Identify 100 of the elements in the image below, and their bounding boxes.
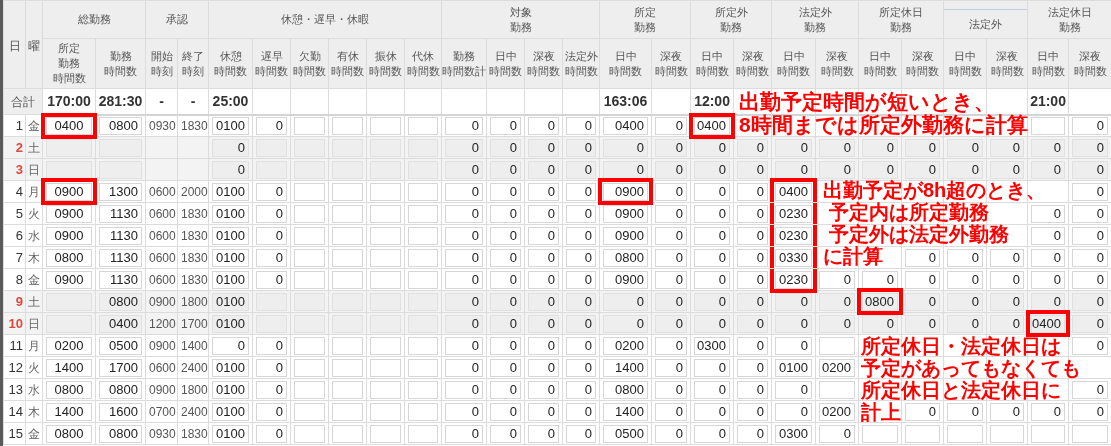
input-field[interactable]: 0 bbox=[212, 138, 249, 157]
input-field[interactable]: 0 bbox=[947, 314, 984, 333]
input-field[interactable]: 0 bbox=[528, 336, 560, 355]
input-field[interactable]: 1130 bbox=[99, 226, 142, 245]
input-field[interactable]: 0 bbox=[445, 402, 484, 421]
input-field[interactable] bbox=[408, 116, 439, 135]
input-field[interactable]: 0 bbox=[1072, 160, 1109, 179]
input-field[interactable]: 0 bbox=[905, 270, 941, 289]
input-field[interactable]: 0 bbox=[947, 402, 984, 421]
input-field[interactable]: 0 bbox=[603, 160, 649, 179]
input-field[interactable] bbox=[294, 336, 325, 355]
input-field[interactable]: 0 bbox=[655, 424, 688, 443]
input-field[interactable] bbox=[370, 248, 401, 267]
input-field[interactable]: 0 bbox=[445, 358, 484, 377]
input-field[interactable]: 0 bbox=[566, 424, 597, 443]
input-field[interactable]: 0 bbox=[1031, 160, 1066, 179]
input-field[interactable]: 0 bbox=[445, 182, 484, 201]
input-field[interactable]: 0 bbox=[905, 292, 941, 311]
input-field[interactable]: 0 bbox=[490, 336, 522, 355]
input-field[interactable] bbox=[408, 424, 439, 443]
input-field[interactable]: 0 bbox=[775, 138, 813, 157]
input-field[interactable]: 0 bbox=[737, 248, 769, 267]
input-field[interactable]: 0 bbox=[819, 314, 856, 333]
input-field[interactable] bbox=[370, 270, 401, 289]
input-field[interactable]: 0 bbox=[862, 138, 899, 157]
input-field[interactable]: 0 bbox=[694, 226, 731, 245]
input-field[interactable]: 0 bbox=[256, 226, 287, 245]
input-field[interactable]: 0100 bbox=[212, 182, 249, 201]
input-field[interactable]: 0 bbox=[603, 138, 649, 157]
input-field[interactable]: 0 bbox=[490, 248, 522, 267]
input-field[interactable]: 0 bbox=[990, 402, 1025, 421]
input-field[interactable]: 0 bbox=[862, 270, 899, 289]
input-field[interactable]: 0 bbox=[528, 116, 560, 135]
input-field[interactable] bbox=[1031, 116, 1066, 135]
input-field[interactable]: 0100 bbox=[212, 402, 249, 421]
input-field[interactable]: 0100 bbox=[212, 270, 249, 289]
input-field[interactable]: 0 bbox=[528, 424, 560, 443]
input-field[interactable]: 0 bbox=[1072, 116, 1109, 135]
input-field[interactable]: 0 bbox=[528, 292, 560, 311]
input-field[interactable]: 0 bbox=[566, 402, 597, 421]
input-field[interactable]: 0 bbox=[1031, 270, 1066, 289]
input-field[interactable]: 0 bbox=[528, 358, 560, 377]
input-field[interactable]: 0 bbox=[528, 226, 560, 245]
input-field[interactable]: 0 bbox=[775, 314, 813, 333]
input-field[interactable] bbox=[294, 182, 325, 201]
input-field[interactable]: 0 bbox=[905, 138, 941, 157]
input-field[interactable]: 0 bbox=[566, 116, 597, 135]
input-field[interactable]: 0 bbox=[694, 204, 731, 223]
input-field[interactable]: 1400 bbox=[603, 402, 649, 421]
input-field[interactable]: 0400 bbox=[99, 314, 142, 333]
input-field[interactable]: 0 bbox=[655, 358, 688, 377]
input-field[interactable]: 0 bbox=[212, 160, 249, 179]
input-field[interactable]: 0 bbox=[1072, 204, 1109, 223]
input-field[interactable]: 0 bbox=[445, 424, 484, 443]
input-field[interactable]: 0 bbox=[566, 336, 597, 355]
input-field[interactable]: 0 bbox=[655, 182, 688, 201]
input-field[interactable]: 0800 bbox=[99, 116, 142, 135]
input-field[interactable]: 0 bbox=[256, 116, 287, 135]
input-field[interactable]: 0 bbox=[775, 160, 813, 179]
input-field[interactable]: 0 bbox=[1031, 292, 1066, 311]
input-field[interactable] bbox=[370, 402, 401, 421]
input-field[interactable] bbox=[408, 358, 439, 377]
input-field[interactable] bbox=[862, 424, 899, 443]
input-field[interactable]: 0 bbox=[566, 160, 597, 179]
input-field[interactable]: 0 bbox=[490, 226, 522, 245]
input-field[interactable]: 0 bbox=[528, 182, 560, 201]
input-field[interactable]: 0100 bbox=[212, 292, 249, 311]
input-field[interactable]: 0 bbox=[1031, 226, 1066, 245]
input-field[interactable] bbox=[370, 182, 401, 201]
input-field[interactable]: 0 bbox=[566, 248, 597, 267]
input-field[interactable] bbox=[408, 380, 439, 399]
input-field[interactable]: 0 bbox=[737, 358, 769, 377]
input-field[interactable]: 0800 bbox=[99, 380, 142, 399]
input-field[interactable] bbox=[294, 116, 325, 135]
input-field[interactable]: 0900 bbox=[603, 226, 649, 245]
input-field[interactable] bbox=[294, 380, 325, 399]
input-field[interactable]: 0 bbox=[694, 380, 731, 399]
input-field[interactable]: 0 bbox=[862, 160, 899, 179]
input-field[interactable]: 0300 bbox=[775, 424, 813, 443]
input-field[interactable]: 0 bbox=[694, 292, 731, 311]
input-field[interactable]: 0900 bbox=[46, 182, 92, 201]
input-field[interactable]: 0 bbox=[775, 402, 813, 421]
input-field[interactable]: 0400 bbox=[775, 182, 813, 201]
input-field[interactable]: 0 bbox=[566, 226, 597, 245]
input-field[interactable]: 0 bbox=[1072, 380, 1109, 399]
input-field[interactable]: 0 bbox=[445, 292, 484, 311]
input-field[interactable]: 0 bbox=[737, 182, 769, 201]
input-field[interactable]: 0 bbox=[528, 248, 560, 267]
input-field[interactable]: 0 bbox=[819, 270, 856, 289]
input-field[interactable]: 0 bbox=[655, 336, 688, 355]
input-field[interactable]: 0100 bbox=[212, 226, 249, 245]
input-field[interactable]: 0 bbox=[737, 314, 769, 333]
input-field[interactable]: 0 bbox=[1031, 248, 1066, 267]
input-field[interactable]: 0 bbox=[819, 160, 856, 179]
input-field[interactable]: 0 bbox=[990, 314, 1025, 333]
input-field[interactable]: 0 bbox=[655, 248, 688, 267]
input-field[interactable]: 0 bbox=[445, 116, 484, 135]
input-field[interactable] bbox=[294, 270, 325, 289]
input-field[interactable] bbox=[819, 336, 856, 355]
input-field[interactable]: 0 bbox=[1072, 336, 1109, 355]
